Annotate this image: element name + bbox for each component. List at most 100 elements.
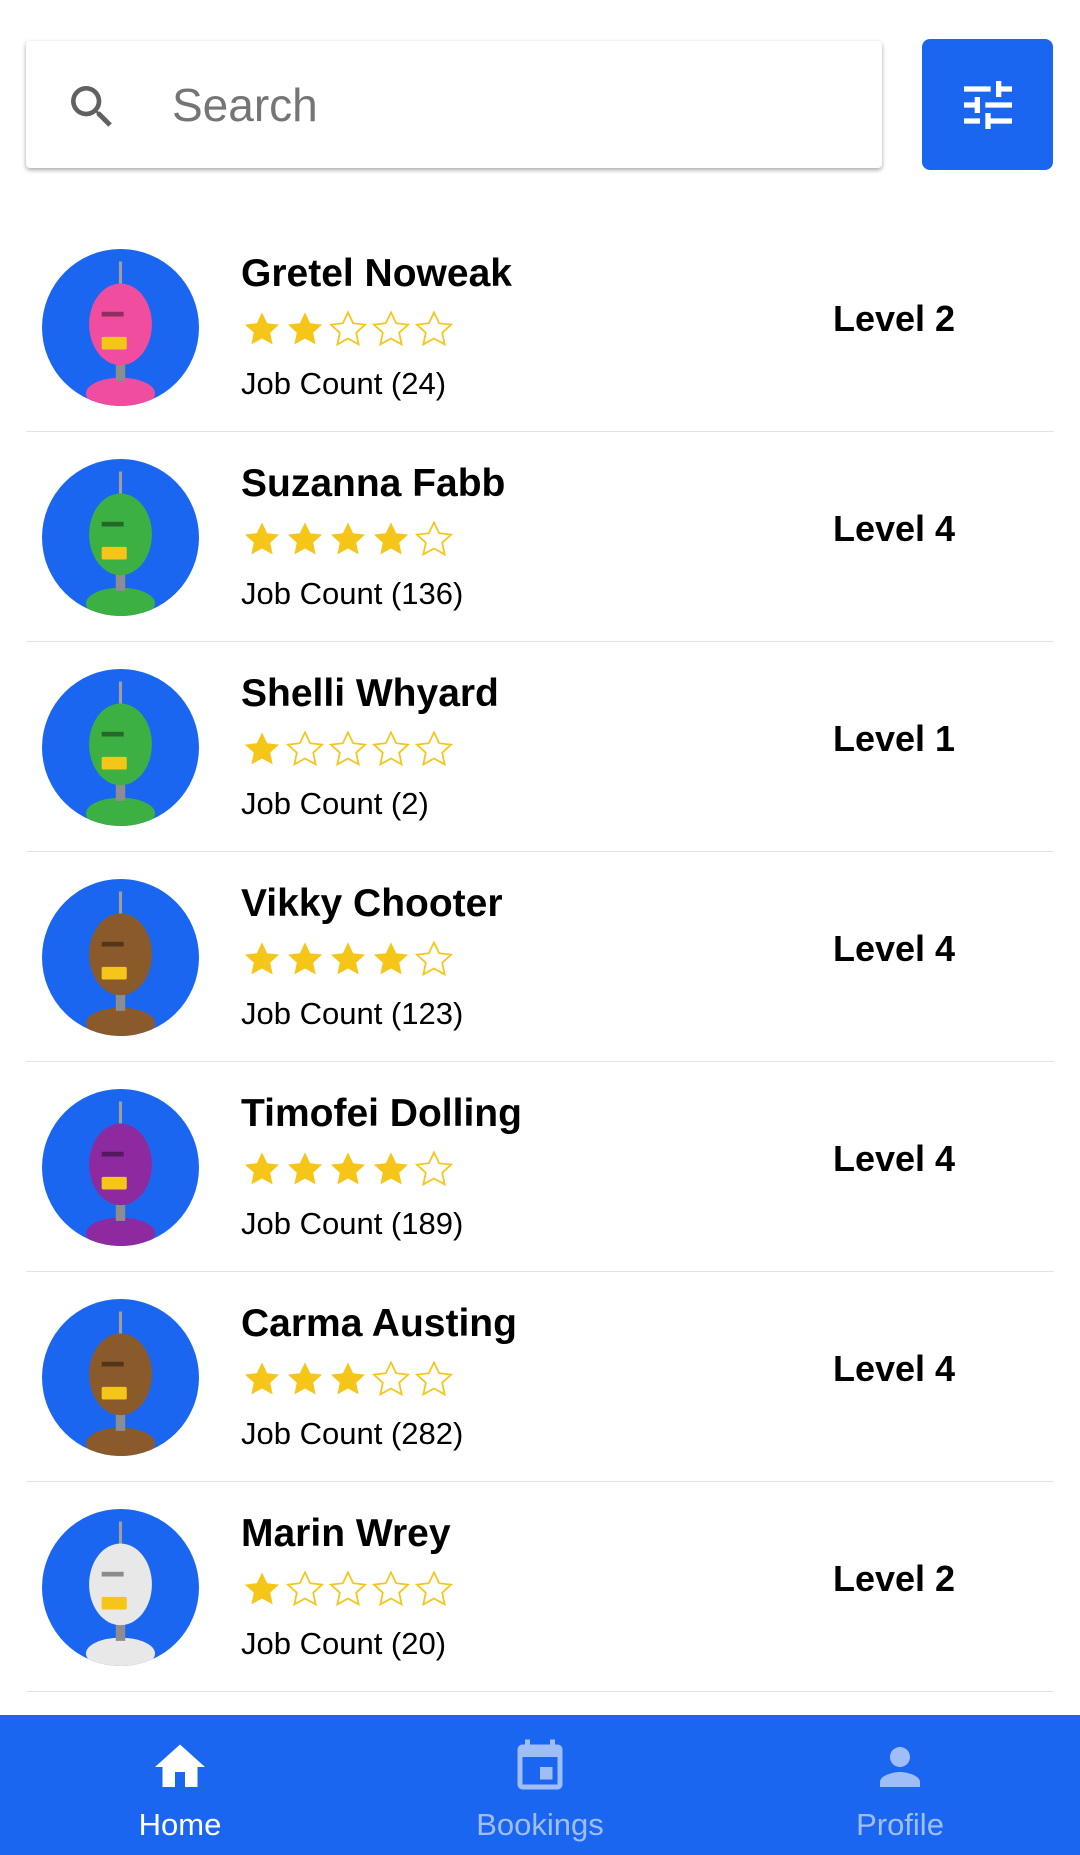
search-icon	[71, 86, 112, 127]
star-rating	[241, 728, 455, 770]
worker-name: Marin Wrey	[241, 1512, 451, 1555]
nav-bookings-label: Bookings	[476, 1807, 604, 1842]
nav-home-label: Home	[138, 1807, 222, 1842]
avatar	[42, 1089, 199, 1246]
worker-row[interactable]: Shelli Whyard Job Count (2) Level 1	[26, 642, 1054, 852]
worker-name: Carma Austing	[241, 1302, 517, 1345]
job-count: Job Count (24)	[241, 366, 447, 401]
star-empty-icon	[328, 1570, 368, 1607]
worker-row[interactable]: Vikky Chooter Job Count (123) Level 4	[26, 852, 1054, 1062]
bottom-navigation: Home Bookings Profile	[0, 1715, 1080, 1855]
worker-name: Gretel Noweak	[241, 252, 512, 295]
star-rating	[241, 1358, 455, 1400]
star-empty-icon	[371, 1360, 411, 1397]
avatar	[42, 249, 199, 406]
star-empty-icon	[328, 310, 368, 347]
star-empty-icon	[285, 1570, 325, 1607]
worker-row[interactable]: Gretel Noweak Job Count (24) Level 2	[26, 222, 1054, 432]
worker-level: Level 2	[833, 1558, 956, 1599]
star-filled-icon	[373, 1152, 409, 1185]
worker-level: Level 1	[833, 718, 956, 759]
avatar	[42, 669, 199, 826]
person-icon	[880, 1747, 920, 1787]
star-empty-icon	[414, 940, 454, 977]
star-empty-icon	[371, 310, 411, 347]
search-bar	[26, 41, 882, 168]
star-filled-icon	[287, 1362, 323, 1395]
home-icon	[155, 1744, 205, 1787]
star-filled-icon	[287, 312, 323, 345]
star-rating	[241, 1148, 455, 1190]
worker-list: Gretel Noweak Job Count (24) Level 2 Suzann…	[0, 222, 1080, 1692]
job-count: Job Count (20)	[241, 1626, 447, 1661]
worker-name: Shelli Whyard	[241, 672, 499, 715]
star-filled-icon	[373, 942, 409, 975]
star-filled-icon	[287, 942, 323, 975]
worker-row[interactable]: Carma Austing Job Count (282) Level 4	[26, 1272, 1054, 1482]
star-rating	[241, 938, 455, 980]
star-filled-icon	[244, 732, 280, 765]
worker-level: Level 4	[833, 928, 956, 969]
nav-profile-label: Profile	[856, 1807, 944, 1842]
avatar	[42, 459, 199, 616]
worker-level: Level 2	[833, 298, 956, 339]
search-input[interactable]	[172, 65, 852, 145]
star-rating	[241, 308, 455, 350]
star-filled-icon	[287, 1152, 323, 1185]
robot-avatar-icon	[85, 681, 156, 826]
nav-bookings-tab[interactable]: Bookings	[390, 1715, 690, 1855]
star-empty-icon	[285, 730, 325, 767]
calendar-icon	[517, 1739, 563, 1790]
star-filled-icon	[330, 1362, 366, 1395]
job-count: Job Count (282)	[241, 1416, 464, 1451]
robot-avatar-icon	[85, 1311, 156, 1456]
star-filled-icon	[244, 1362, 280, 1395]
filter-sliders-icon	[963, 80, 1012, 129]
nav-profile-tab[interactable]: Profile	[750, 1715, 1050, 1855]
worker-row[interactable]: Timofei Dolling Job Count (189) Level 4	[26, 1062, 1054, 1272]
star-filled-icon	[244, 1572, 280, 1605]
star-filled-icon	[330, 1152, 366, 1185]
star-rating	[241, 518, 455, 560]
star-empty-icon	[414, 1360, 454, 1397]
star-empty-icon	[371, 1570, 411, 1607]
star-filled-icon	[330, 522, 366, 555]
star-rating	[241, 1568, 455, 1610]
job-count: Job Count (189)	[241, 1206, 464, 1241]
avatar	[42, 1299, 199, 1456]
worker-name: Vikky Chooter	[241, 882, 503, 925]
robot-avatar-icon	[85, 1521, 156, 1666]
job-count: Job Count (136)	[241, 576, 464, 611]
star-empty-icon	[414, 520, 454, 557]
star-empty-icon	[414, 1570, 454, 1607]
star-filled-icon	[244, 942, 280, 975]
star-filled-icon	[244, 522, 280, 555]
avatar	[42, 1509, 199, 1666]
star-filled-icon	[244, 1152, 280, 1185]
worker-row[interactable]: Suzanna Fabb Job Count (136) Level 4	[26, 432, 1054, 642]
worker-level: Level 4	[833, 1348, 956, 1389]
worker-level: Level 4	[833, 508, 956, 549]
robot-avatar-icon	[85, 1101, 156, 1246]
star-empty-icon	[328, 730, 368, 767]
star-filled-icon	[287, 522, 323, 555]
robot-avatar-icon	[85, 891, 156, 1036]
robot-avatar-icon	[85, 261, 156, 406]
worker-level: Level 4	[833, 1138, 956, 1179]
star-filled-icon	[330, 942, 366, 975]
star-empty-icon	[371, 730, 411, 767]
worker-row[interactable]: Marin Wrey Job Count (20) Level 2	[26, 1482, 1054, 1692]
filter-button[interactable]	[922, 39, 1053, 170]
star-empty-icon	[414, 730, 454, 767]
star-empty-icon	[414, 310, 454, 347]
job-count: Job Count (123)	[241, 996, 464, 1031]
worker-name: Timofei Dolling	[241, 1092, 522, 1135]
star-filled-icon	[373, 522, 409, 555]
worker-name: Suzanna Fabb	[241, 462, 506, 505]
nav-home-tab[interactable]: Home	[30, 1715, 330, 1855]
robot-avatar-icon	[85, 471, 156, 616]
star-empty-icon	[414, 1150, 454, 1187]
job-count: Job Count (2)	[241, 786, 429, 821]
star-filled-icon	[244, 312, 280, 345]
avatar	[42, 879, 199, 1036]
